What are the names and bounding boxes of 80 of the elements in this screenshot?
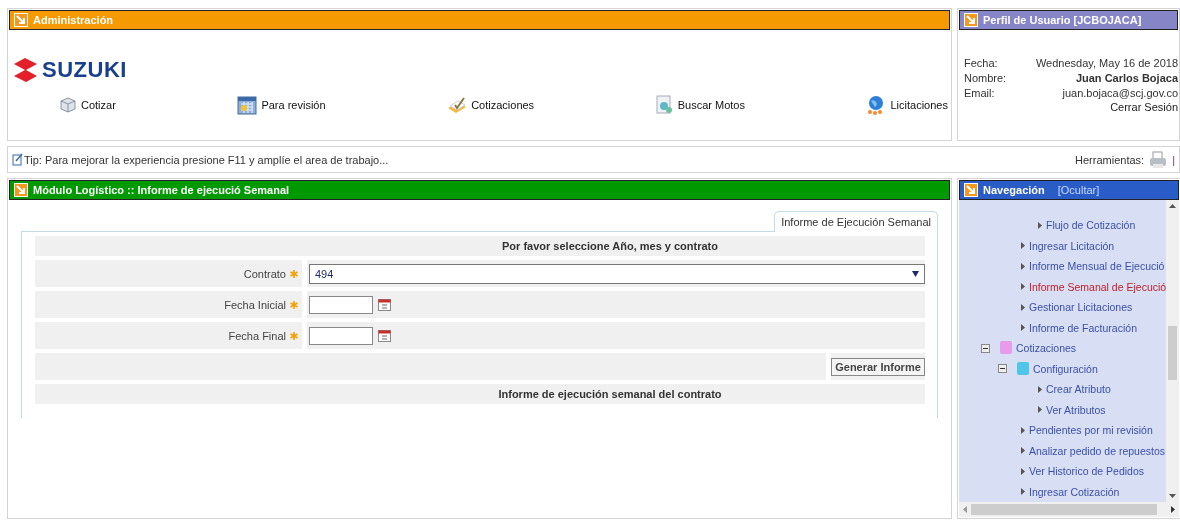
generate-report-button[interactable]: Generar Informe xyxy=(831,357,925,376)
vertical-scrollbar[interactable] xyxy=(1166,200,1180,502)
nav-link[interactable]: Informe de Facturación xyxy=(1029,321,1137,334)
nav-link[interactable]: Ver Historico de Pedidos xyxy=(1029,465,1144,478)
triangle-icon xyxy=(1021,283,1025,291)
date-input[interactable] xyxy=(309,295,373,314)
nav-link[interactable]: Ingresar Cotización xyxy=(1029,485,1120,498)
arrow-icon xyxy=(14,13,28,27)
triangle-icon xyxy=(1038,221,1042,229)
nav-link[interactable]: Ingresar Licitación xyxy=(1029,239,1115,252)
field-value: Wednesday, May 16 de 2018 xyxy=(1034,57,1178,69)
field-label: Email: xyxy=(964,87,996,99)
hide-link[interactable]: [Ocultar] xyxy=(1057,184,1100,196)
shortcut-button[interactable]: Licitaciones xyxy=(866,95,948,115)
collapse-icon[interactable] xyxy=(998,364,1007,374)
panel-title: Módulo Logístico :: Informe de ejecució Semanal xyxy=(33,184,290,196)
nav-link[interactable]: Gestionar Licitaciones xyxy=(1029,301,1133,314)
result-title: Informe de ejecución semanal del contrato xyxy=(497,388,722,400)
panel-title: Perfil de Usuario [JCBOJACA] xyxy=(983,14,1142,26)
field-label: Fecha Inicial xyxy=(224,298,286,311)
scroll-thumb[interactable] xyxy=(971,504,1158,515)
nav-link[interactable]: Pendientes por mi revisión xyxy=(1029,424,1153,437)
field-value: Juan Carlos Bojaca xyxy=(1074,72,1178,84)
arrow-icon xyxy=(964,13,978,27)
triangle-icon xyxy=(1021,467,1025,475)
panel-title: Navegación xyxy=(983,184,1045,196)
scroll-thumb[interactable] xyxy=(1168,326,1178,380)
nav-link[interactable]: Crear Atributo xyxy=(1046,383,1111,396)
shortcut-button[interactable]: Buscar Motos xyxy=(655,95,745,115)
box-icon xyxy=(59,96,77,114)
field-label: Contrato xyxy=(243,267,286,280)
contract-select[interactable]: 494 xyxy=(309,263,925,284)
caret-icon xyxy=(912,270,919,277)
calendar-icon[interactable] xyxy=(378,298,391,311)
field-label: Nombre: xyxy=(964,72,1007,84)
form-title: Por favor seleccione Año, mes y contrato xyxy=(501,240,718,252)
date-input[interactable] xyxy=(309,326,373,345)
logo-text: SUZUKI xyxy=(42,57,127,83)
nav-folder[interactable]: Cotizaciones xyxy=(1016,342,1077,355)
shortcut-button[interactable]: Para revisión xyxy=(237,95,326,115)
tools-label: Herramientas: xyxy=(1075,153,1145,166)
field-label: Fecha Final xyxy=(228,329,286,342)
nav-link[interactable]: Analizar pedido de repuestos xyxy=(1029,444,1165,457)
calendar-icon[interactable] xyxy=(378,329,391,342)
nav-link[interactable]: Flujo de Cotización xyxy=(1046,219,1136,232)
nav-link[interactable]: Informe Semanal de Ejecució xyxy=(1029,280,1167,293)
triangle-icon xyxy=(1021,324,1025,332)
left-arrow-icon[interactable] xyxy=(963,506,967,513)
shortcut-button[interactable]: Cotizar xyxy=(59,95,116,115)
right-arrow-icon[interactable] xyxy=(1171,506,1176,513)
triangle-icon xyxy=(1038,406,1042,414)
calendar-icon xyxy=(237,95,258,115)
triangle-icon xyxy=(1021,426,1025,434)
nav-folder[interactable]: Configuración xyxy=(1033,362,1098,375)
tip-text: Tip: Para mejorar la experiencia presione F11 y amplíe el area de trabajo... xyxy=(24,153,389,166)
logo-icon xyxy=(13,58,39,82)
checklist-icon xyxy=(447,96,468,114)
triangle-icon xyxy=(1038,385,1042,393)
arrow-icon xyxy=(964,183,978,197)
up-arrow-icon[interactable] xyxy=(1169,204,1177,208)
down-arrow-icon[interactable] xyxy=(1169,494,1177,498)
triangle-icon xyxy=(1021,262,1025,270)
triangle-icon xyxy=(1021,447,1025,455)
field-value: juan.bojaca@scj.gov.co xyxy=(1061,87,1178,99)
printer-icon[interactable] xyxy=(1149,150,1168,169)
shortcut-button[interactable]: Cotizaciones xyxy=(447,95,535,115)
collapse-icon[interactable] xyxy=(981,343,990,353)
panel-title: Administración xyxy=(33,14,114,26)
nav-link[interactable]: Informe Mensual de Ejecució xyxy=(1029,260,1165,273)
horizontal-scrollbar[interactable] xyxy=(959,502,1180,517)
triangle-icon xyxy=(1021,242,1025,250)
tab[interactable]: Informe de Ejecución Semanal xyxy=(774,211,938,232)
nav-link[interactable]: Ver Atributos xyxy=(1046,403,1106,416)
field-label: Fecha: xyxy=(964,57,999,69)
separator: | xyxy=(1172,153,1175,166)
triangle-icon xyxy=(1021,488,1025,496)
arrow-icon xyxy=(14,183,28,197)
logout-link[interactable]: Cerrar Sesión xyxy=(959,101,1178,113)
triangle-icon xyxy=(1021,303,1025,311)
note-icon xyxy=(12,153,23,166)
